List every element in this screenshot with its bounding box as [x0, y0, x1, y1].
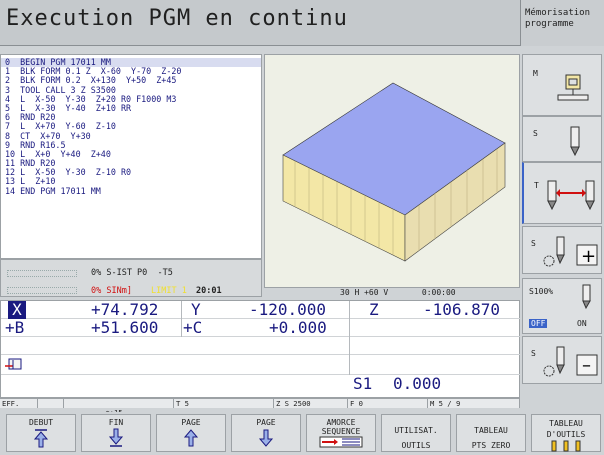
- graphic-status: 30 H +60 V 0:00:00: [340, 288, 456, 297]
- softkey-debut[interactable]: DEBUT: [6, 414, 76, 452]
- arrow-down-icon: [258, 429, 274, 447]
- clock-text: 20:01: [196, 286, 222, 296]
- datum-table-label-2: PTS ZERO: [471, 441, 511, 450]
- override-status: 0% S-IST P0 -T5 0% SINm] LIMIT 1 20:01: [0, 259, 262, 297]
- spindle-override-text: 0% SINm]: [91, 286, 132, 296]
- eff-box: [38, 399, 64, 408]
- softkey-s-label: S: [533, 129, 538, 138]
- tool-status: T 5: [174, 399, 274, 408]
- tool-change-icon: [547, 180, 595, 211]
- softkey-amorce-sequence[interactable]: AMORCE SEQUENCE: [306, 414, 376, 452]
- off-badge[interactable]: OFF: [529, 319, 548, 328]
- graphic-view[interactable]: [264, 54, 520, 288]
- on-label[interactable]: ON: [577, 319, 587, 328]
- block-scan-icon: [319, 436, 363, 448]
- page-down-label: PAGE: [256, 418, 276, 427]
- softkey-m-label: M: [533, 69, 538, 78]
- spindle-small-icon: [582, 284, 591, 310]
- datum-table-label-1: TABLEAU: [474, 426, 508, 435]
- spindle-value: 0.000: [393, 374, 442, 393]
- tool-usage-label-1: UTILISAT.: [394, 426, 438, 435]
- axis-x-value: +74.792: [91, 300, 159, 319]
- secondary-mode-line1: Mémorisation: [525, 8, 591, 18]
- softkey-tool-usage[interactable]: UTILISAT. OUTILS: [381, 414, 451, 452]
- spindle-icon: [570, 126, 580, 157]
- position-row-xyz: X +74.792 Y -120.000 Z -106.870: [1, 301, 521, 319]
- axis-z-value: -106.870: [423, 300, 501, 319]
- machine-table-icon: [557, 74, 589, 101]
- m-function-status: M 5 / 9: [428, 399, 520, 408]
- amorce-label-1: AMORCE: [326, 418, 356, 427]
- feed-override-bar: [7, 270, 77, 277]
- workpiece-3d-graphic: [282, 82, 506, 262]
- spindle-actual-text: 0% S-IST P0 -T5: [91, 268, 173, 278]
- softkey-tool-table[interactable]: TABLEAU D'OUTILS: [531, 414, 601, 452]
- header-bar: Execution PGM en continu Mémorisation pr…: [0, 0, 604, 46]
- secondary-mode-button[interactable]: Mémorisation programme: [520, 0, 604, 46]
- debut-label: DEBUT: [28, 418, 54, 427]
- axis-b-label: +B: [5, 318, 25, 337]
- arrow-up-icon: [183, 429, 199, 447]
- softkey-page-up[interactable]: PAGE: [156, 414, 226, 452]
- softkey-page-down[interactable]: PAGE: [231, 414, 301, 452]
- softkey-spindle-plus[interactable]: S +: [522, 226, 602, 274]
- position-row-datum: [1, 355, 521, 375]
- softkey-spindle-minus[interactable]: S –: [522, 336, 602, 384]
- eff-text: EFF.: [0, 399, 38, 408]
- spindle-override-percent: S100%: [529, 287, 554, 296]
- datum-icon: [5, 358, 22, 370]
- status-bar: EFF. ⊕:15 T 5 Z S 2500 F 0 M 5 / 9: [0, 398, 520, 417]
- axis-y-label: Y: [191, 300, 201, 319]
- tool-table-label-2: D'OUTILS: [546, 430, 586, 439]
- position-row-bc: +B +51.600 +C +0.000: [1, 319, 521, 337]
- softkey-s2-label: S: [531, 239, 536, 248]
- spindle-override-bar: [7, 287, 77, 294]
- spindle-label: S1: [353, 374, 373, 393]
- arrow-bottom-icon: [108, 428, 124, 447]
- bottom-softkey-bar: DEBUT FIN PAGE PAGE AMORCE SEQUENCE UTIL…: [0, 412, 604, 454]
- limit-text: LIMIT 1: [151, 286, 187, 296]
- spindle-plus-icon: +: [543, 236, 598, 267]
- program-line[interactable]: 14 END PGM 17011 MM: [1, 186, 261, 196]
- page-up-label: PAGE: [181, 418, 201, 427]
- softkey-m-function[interactable]: M: [522, 54, 602, 116]
- softkey-t-label: T: [534, 181, 539, 190]
- softkey-spindle-override[interactable]: S100% OFF ON: [522, 278, 602, 334]
- tool-table-icon: [551, 440, 581, 452]
- axis-c-label: +C: [183, 318, 203, 337]
- secondary-mode-line2: programme: [525, 19, 574, 29]
- feed-rate-status: F 0: [348, 399, 428, 408]
- position-display: X +74.792 Y -120.000 Z -106.870 +B +51.6…: [0, 300, 521, 398]
- feed-status: ⊕:15: [64, 399, 174, 417]
- softkey-t-function[interactable]: T: [522, 162, 602, 224]
- softkey-datum-table[interactable]: TABLEAU PTS ZERO: [456, 414, 526, 452]
- axis-x-label: X: [8, 301, 26, 319]
- softkey-s-function[interactable]: S: [522, 116, 602, 162]
- softkey-s3-label: S: [531, 349, 536, 358]
- position-row-spindle: S1 0.000: [1, 375, 521, 397]
- mode-title: Execution PGM en continu: [6, 6, 348, 31]
- fin-label: FIN: [108, 418, 124, 427]
- tool-table-label-1: TABLEAU: [549, 419, 583, 428]
- axis-c-value: +0.000: [269, 318, 327, 337]
- softkey-fin[interactable]: FIN: [81, 414, 151, 452]
- spindle-status: Z S 2500: [274, 399, 348, 408]
- position-row-empty: [1, 337, 521, 355]
- tool-usage-label-2: OUTILS: [401, 441, 431, 450]
- axis-z-label: Z: [369, 300, 379, 319]
- axis-y-value: -120.000: [249, 300, 327, 319]
- svg-text:+: +: [581, 246, 596, 267]
- amorce-label-2: SEQUENCE: [321, 427, 361, 436]
- axis-b-value: +51.600: [91, 318, 159, 337]
- program-listing[interactable]: 0 BEGIN PGM 17011 MM 1 BLK FORM 0.1 Z X-…: [0, 54, 262, 259]
- spindle-minus-icon: –: [543, 346, 598, 377]
- arrow-top-icon: [33, 429, 49, 448]
- svg-text:–: –: [582, 355, 591, 376]
